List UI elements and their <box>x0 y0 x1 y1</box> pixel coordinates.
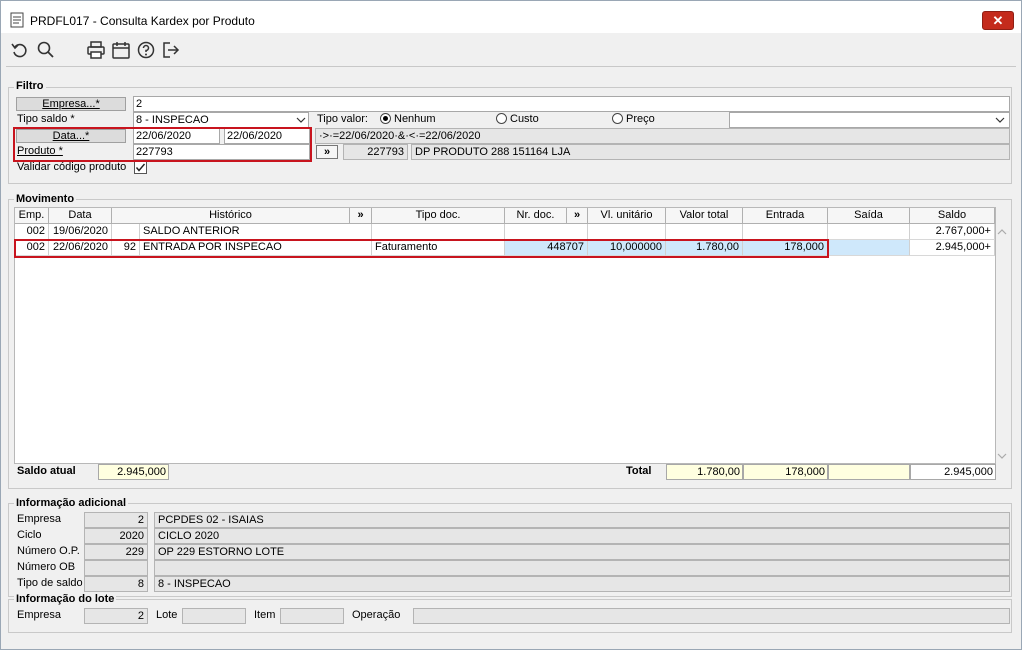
toolbar-separator <box>6 66 1016 67</box>
info-ciclo-desc: CICLO 2020 <box>154 528 1010 544</box>
tipo-valor-combo[interactable] <box>729 112 1010 128</box>
info-empresa-code: 2 <box>84 512 148 528</box>
radio-custo[interactable] <box>496 113 507 124</box>
calendar-icon[interactable] <box>111 40 131 60</box>
lote-label: Lote <box>156 609 178 621</box>
info-op-desc: OP 229 ESTORNO LOTE <box>154 544 1010 560</box>
info-op-label: Número O.P. <box>17 545 80 557</box>
help-icon[interactable] <box>136 40 156 60</box>
chevron-down-icon[interactable] <box>995 116 1005 124</box>
lote-empresa-label: Empresa <box>17 609 62 621</box>
table-row-1-emp[interactable]: 002 <box>15 224 49 240</box>
scroll-down-icon[interactable] <box>997 452 1007 460</box>
info-ob-desc <box>154 560 1010 576</box>
movimento-title: Movimento <box>14 193 77 205</box>
column-header-emp[interactable]: Emp. <box>15 208 49 224</box>
produto-description: DP PRODUTO 288 151164 LJA <box>411 144 1010 160</box>
table-row-1-tipo-doc[interactable] <box>372 224 505 240</box>
table-row-2-saldo[interactable]: 2.945,000+ <box>910 240 995 256</box>
table-row-1-vl-unitario[interactable] <box>588 224 666 240</box>
window-title: PRDFL017 - Consulta Kardex por Produto <box>30 14 255 28</box>
saldo-atual-value: 2.945,000 <box>98 464 169 480</box>
column-header-valor-total[interactable]: Valor total <box>666 208 743 224</box>
produto-expand-button[interactable]: » <box>316 145 338 159</box>
validar-checkbox[interactable] <box>134 161 147 174</box>
table-row-1-valor-total[interactable] <box>666 224 743 240</box>
data-expression: ·>·=22/06/2020·&·<·=22/06/2020 <box>315 128 1010 144</box>
table-row-1-saldo[interactable]: 2.767,000+ <box>910 224 995 240</box>
highlight-data-produto <box>13 127 312 162</box>
total-valor-total: 1.780,00 <box>666 464 743 480</box>
tipo-saldo-label: Tipo saldo * <box>17 113 75 125</box>
info-lote-title: Informação do lote <box>14 593 117 605</box>
table-row-2-saida[interactable] <box>828 240 910 256</box>
radio-nenhum-label: Nenhum <box>394 113 436 125</box>
validar-label: Validar código produto <box>17 161 127 173</box>
info-empresa-desc: PCPDES 02 - ISAIAS <box>154 512 1010 528</box>
grid-scrollbar[interactable] <box>996 223 1008 464</box>
total-saldo: 2.945,000 <box>910 464 996 480</box>
operacao-value <box>413 608 1010 624</box>
tipo-valor-label: Tipo valor: <box>317 113 368 125</box>
column-header-tipo-doc[interactable]: Tipo doc. <box>372 208 505 224</box>
lote-empresa-value: 2 <box>84 608 148 624</box>
info-empresa-label: Empresa <box>17 513 62 525</box>
produto-code: 227793 <box>343 144 408 160</box>
column-header-nr-doc[interactable]: Nr. doc. <box>505 208 567 224</box>
column-header-vl-unitario[interactable]: Vl. unitário <box>588 208 666 224</box>
table-row-1-seq[interactable] <box>112 224 140 240</box>
item-value <box>280 608 344 624</box>
info-adicional-title: Informação adicional <box>14 497 129 509</box>
operacao-label: Operação <box>352 609 401 621</box>
document-icon <box>10 12 24 28</box>
table-row-1-historico[interactable]: SALDO ANTERIOR <box>140 224 372 240</box>
column-header-saldo[interactable]: Saldo <box>910 208 995 224</box>
info-op-code: 229 <box>84 544 148 560</box>
info-ob-label: Número OB <box>17 561 76 573</box>
column-header-saida[interactable]: Saída <box>828 208 910 224</box>
tipo-saldo-select[interactable]: 8 - INSPECAO <box>133 112 309 128</box>
scroll-up-icon[interactable] <box>997 228 1007 236</box>
info-ciclo-label: Ciclo <box>17 529 42 541</box>
table-row-1-saida[interactable] <box>828 224 910 240</box>
highlight-row-2 <box>14 239 829 258</box>
filtro-title: Filtro <box>14 80 46 92</box>
table-row-1-entrada[interactable] <box>743 224 828 240</box>
search-icon[interactable] <box>36 40 56 60</box>
empresa-lookup-button[interactable]: Empresa...* <box>16 97 126 111</box>
exit-icon[interactable] <box>161 40 181 60</box>
radio-preco[interactable] <box>612 113 623 124</box>
column-header-data[interactable]: Data <box>49 208 112 224</box>
close-button[interactable]: ✕ <box>982 11 1014 30</box>
radio-nenhum[interactable] <box>380 113 391 124</box>
lote-value <box>182 608 246 624</box>
total-entrada: 178,000 <box>743 464 828 480</box>
radio-preco-label: Preço <box>626 113 655 125</box>
info-tipo-saldo-code: 8 <box>84 576 148 592</box>
table-row-1-nr-doc[interactable] <box>505 224 588 240</box>
column-header-historico[interactable]: Histórico <box>112 208 350 224</box>
expand-nr-doc-button[interactable]: » <box>567 208 588 224</box>
total-label: Total <box>626 465 652 477</box>
saldo-atual-label: Saldo atual <box>17 465 76 477</box>
column-header-entrada[interactable]: Entrada <box>743 208 828 224</box>
chevron-down-icon[interactable] <box>296 116 306 124</box>
info-ob-code <box>84 560 148 576</box>
undo-icon[interactable] <box>10 40 30 60</box>
radio-custo-label: Custo <box>510 113 539 125</box>
info-tipo-saldo-desc: 8 - INSPECAO <box>154 576 1010 592</box>
table-row-1-data[interactable]: 19/06/2020 <box>49 224 112 240</box>
item-label: Item <box>254 609 276 621</box>
total-saida <box>828 464 910 480</box>
empresa-input[interactable]: 2 <box>133 96 1010 112</box>
info-tipo-saldo-label: Tipo de saldo <box>17 577 83 589</box>
info-ciclo-code: 2020 <box>84 528 148 544</box>
print-icon[interactable] <box>86 40 106 60</box>
expand-historico-button[interactable]: » <box>350 208 372 224</box>
